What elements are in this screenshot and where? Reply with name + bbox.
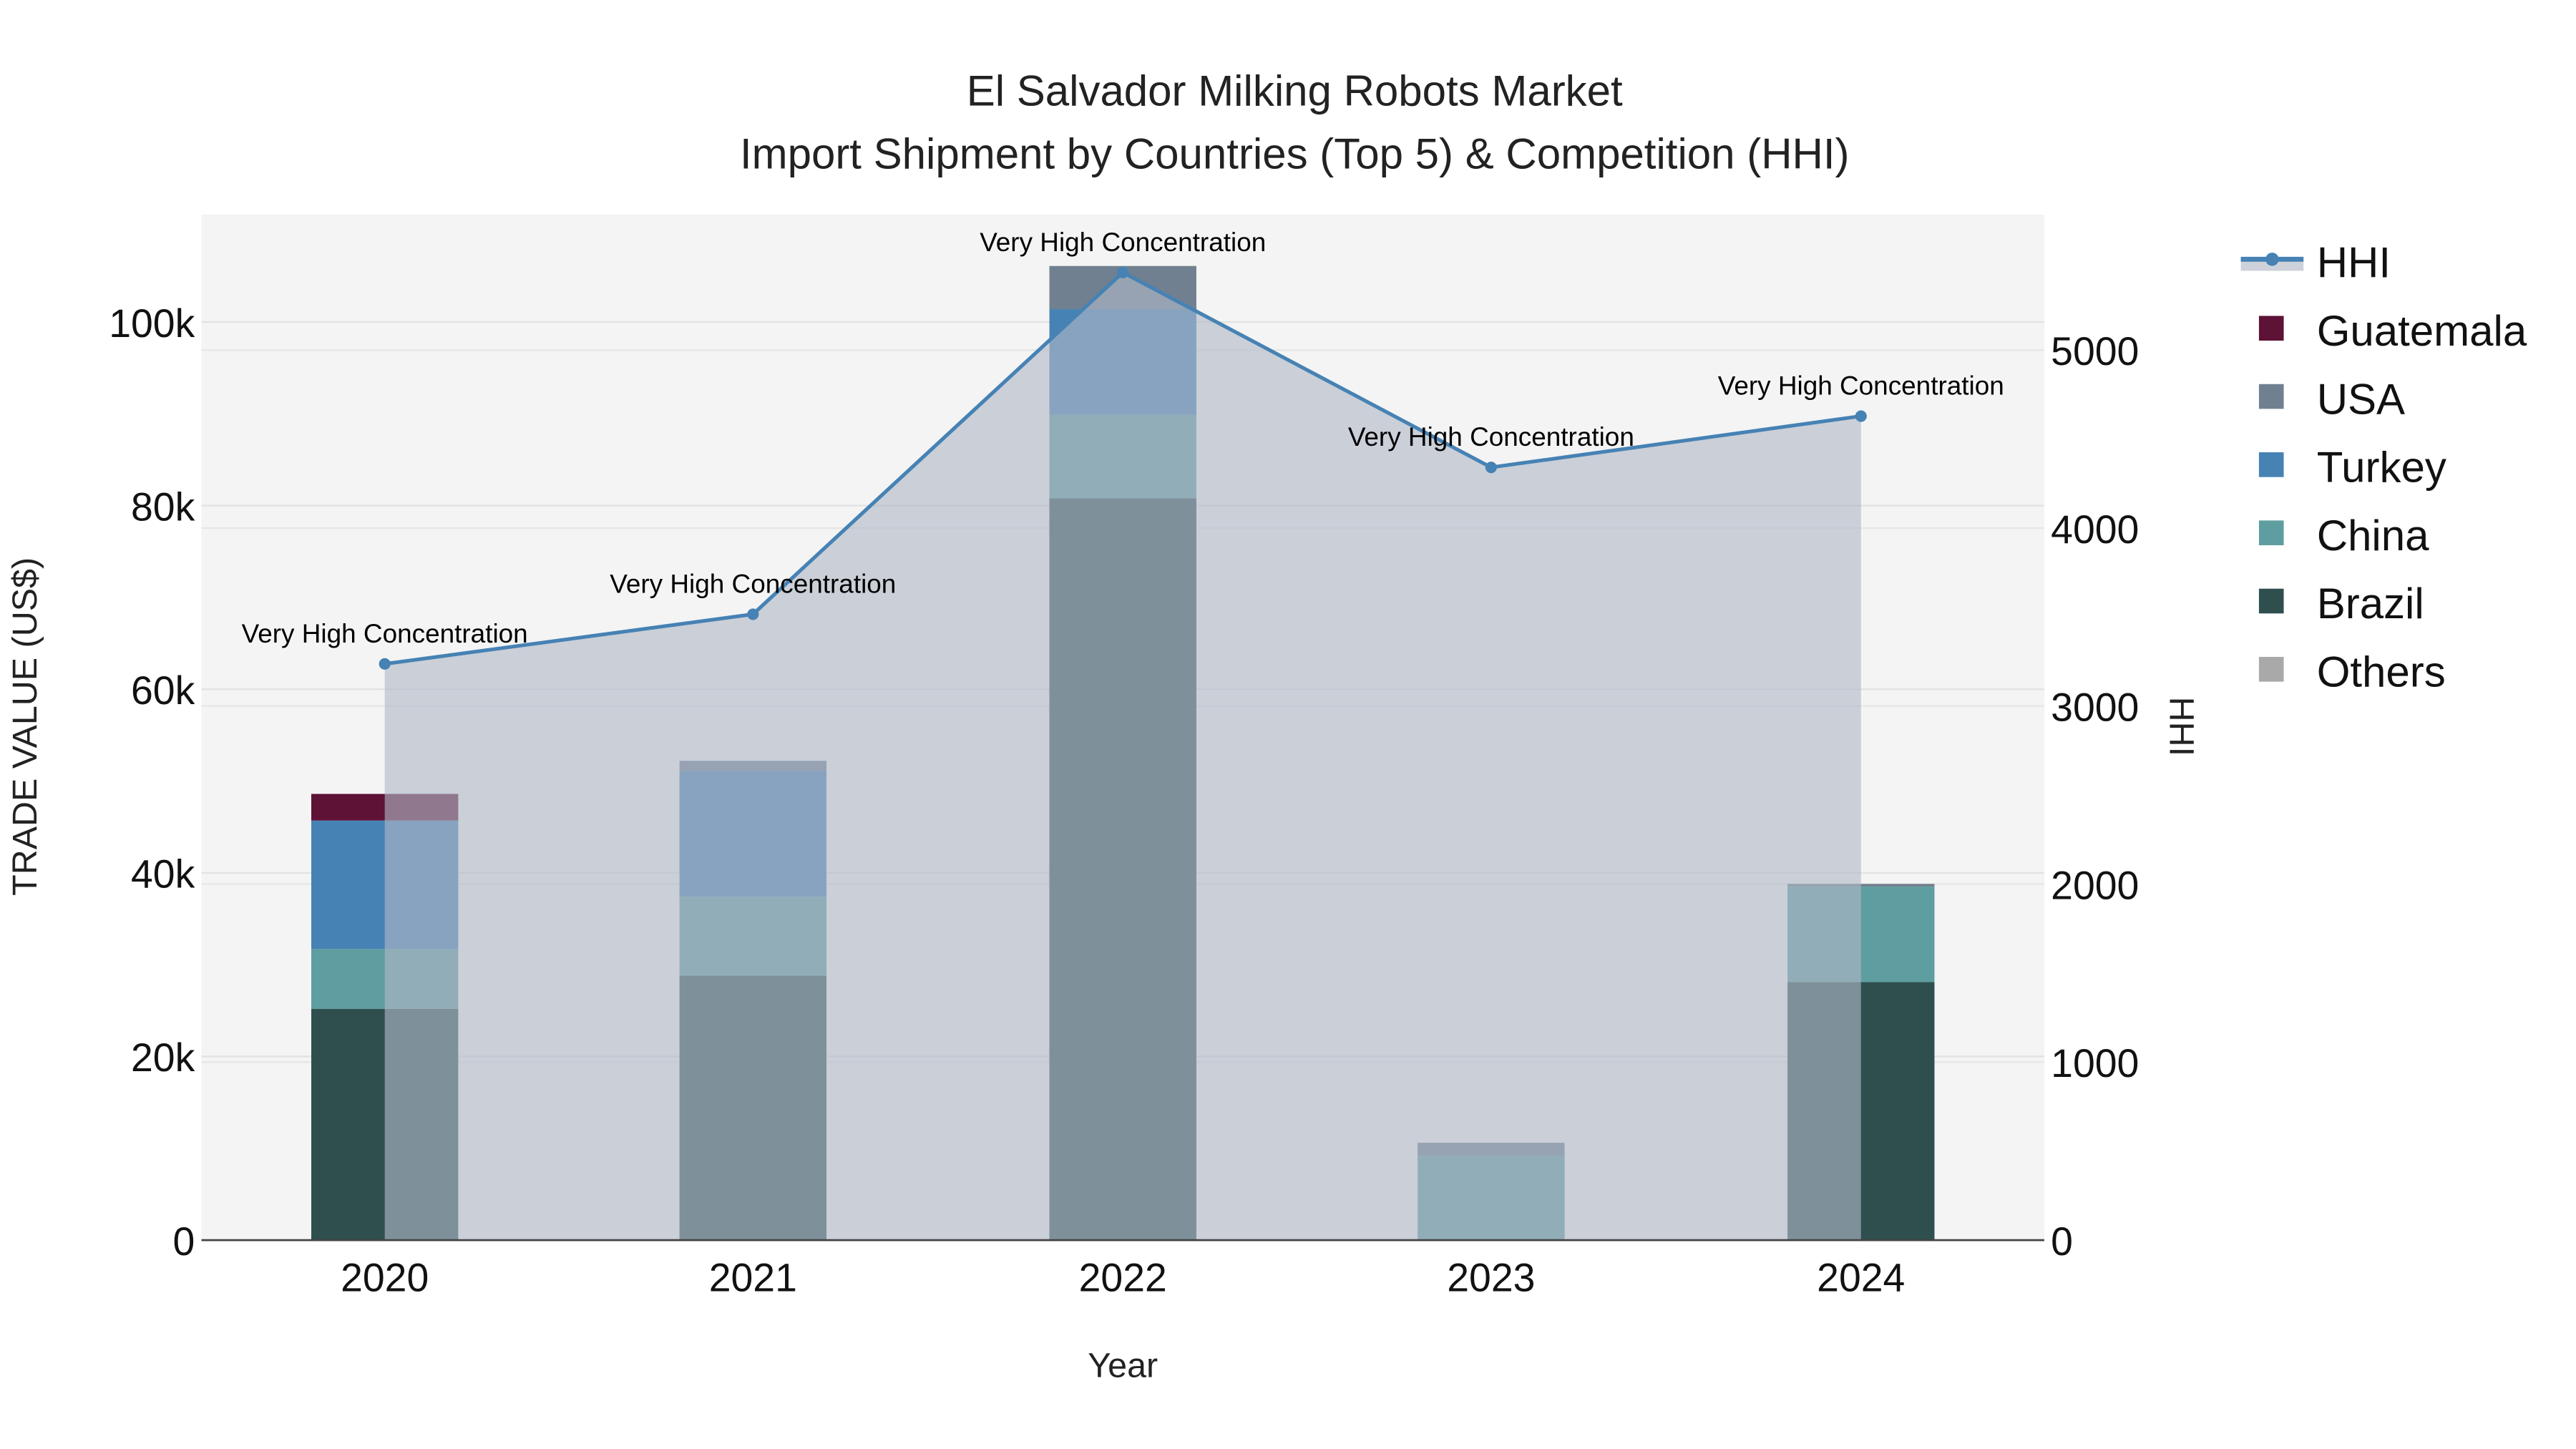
y2-tick-label: 4000	[2051, 507, 2139, 552]
y-tick-label: 100k	[109, 301, 195, 346]
legend-label-turkey[interactable]: Turkey	[2317, 444, 2446, 492]
legend-swatch-turkey	[2258, 452, 2284, 477]
chart-title-line1: El Salvador Milking Robots Market	[967, 67, 1623, 115]
legend-swatch-usa	[2258, 384, 2284, 409]
y-tick-label: 0	[172, 1219, 195, 1264]
legend-swatch-others	[2258, 657, 2284, 682]
y2-tick-label: 2000	[2051, 863, 2139, 907]
x-tick-label: 2020	[341, 1256, 429, 1300]
x-tick-label: 2023	[1447, 1256, 1535, 1300]
legend-swatch-china	[2258, 520, 2284, 545]
y-tick-label: 40k	[131, 852, 195, 897]
x-tick-label: 2024	[1817, 1256, 1905, 1300]
hhi-point[interactable]	[1485, 462, 1497, 474]
legend-label-guatemala[interactable]: Guatemala	[2317, 307, 2527, 355]
hhi-point[interactable]	[747, 608, 759, 620]
hhi-annotation: Very High Concentration	[980, 228, 1266, 257]
y2-tick-label: 3000	[2051, 686, 2139, 730]
chart-title-line2: Import Shipment by Countries (Top 5) & C…	[740, 130, 1850, 177]
y-axis-label: TRADE VALUE (US$)	[6, 557, 44, 896]
legend-label-brazil[interactable]: Brazil	[2317, 580, 2424, 628]
y2-tick-label: 0	[2051, 1219, 2073, 1264]
legend-label-china[interactable]: China	[2317, 512, 2429, 560]
hhi-point[interactable]	[1855, 410, 1867, 422]
legend-label-hhi[interactable]: HHI	[2317, 239, 2391, 287]
legend-label-usa[interactable]: USA	[2317, 375, 2405, 423]
legend-label-others[interactable]: Others	[2317, 648, 2446, 696]
y-tick-label: 20k	[131, 1035, 195, 1080]
y2-tick-label: 1000	[2051, 1041, 2139, 1085]
y2-axis-label: HHI	[2162, 697, 2200, 756]
legend-hhi-marker	[2265, 253, 2279, 266]
x-tick-label: 2022	[1079, 1256, 1167, 1300]
y-tick-label: 80k	[131, 484, 195, 529]
x-axis-label: Year	[1088, 1347, 1158, 1385]
legend-swatch-guatemala	[2258, 316, 2284, 341]
hhi-point[interactable]	[379, 658, 391, 670]
hhi-annotation: Very High Concentration	[610, 569, 896, 598]
hhi-point[interactable]	[1117, 266, 1129, 278]
y2-tick-label: 5000	[2051, 329, 2139, 374]
hhi-annotation: Very High Concentration	[242, 619, 528, 648]
hhi-annotation: Very High Concentration	[1718, 371, 2004, 401]
x-tick-label: 2021	[709, 1256, 797, 1300]
legend-swatch-brazil	[2258, 588, 2284, 614]
y-tick-label: 60k	[131, 668, 195, 713]
hhi-annotation: Very High Concentration	[1348, 422, 1634, 452]
chart: Very High Concentration Very High Concent…	[6, 67, 2527, 1385]
